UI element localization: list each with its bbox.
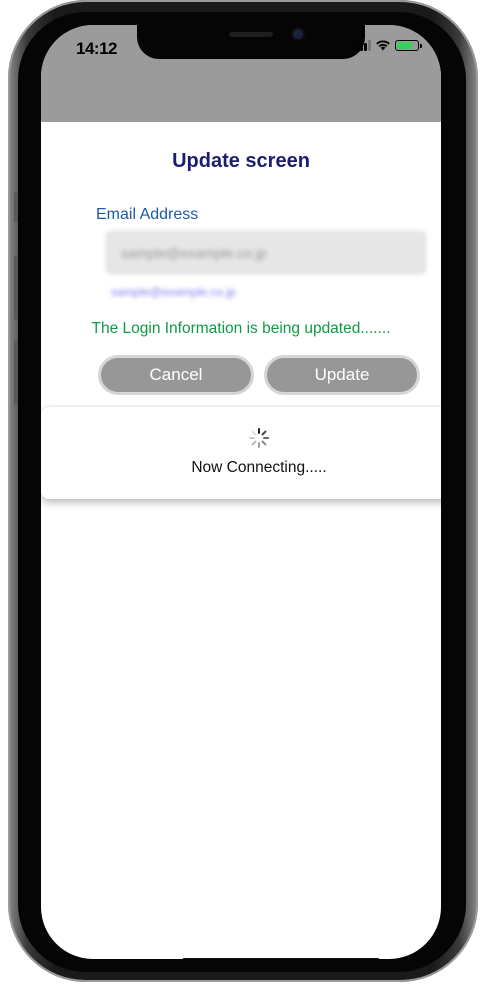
- phone-screen: 14:12 Update screen Email Address sample…: [41, 25, 441, 959]
- status-time: 14:12: [76, 39, 117, 58]
- battery-tip: [420, 43, 422, 48]
- status-message: The Login Information is being updated..…: [91, 320, 391, 337]
- email-label: Email Address: [96, 206, 199, 223]
- earpiece-speaker: [229, 32, 273, 37]
- loading-message: Now Connecting.....: [191, 459, 327, 476]
- battery-fill: [397, 41, 412, 49]
- home-indicator[interactable]: [182, 958, 380, 959]
- status-icons: [356, 39, 422, 51]
- front-camera: [293, 29, 303, 39]
- device-stage: 14:12 Update screen Email Address sample…: [0, 0, 483, 984]
- signal-icon: [356, 39, 371, 51]
- update-button[interactable]: Update: [264, 355, 420, 395]
- page-title: Update screen: [172, 150, 310, 172]
- battery-icon: [395, 39, 422, 51]
- notch: [137, 25, 365, 59]
- email-hint: sample@example.co.jp: [111, 285, 236, 299]
- email-field[interactable]: [106, 231, 426, 274]
- loading-dialog: Now Connecting.....: [41, 407, 441, 499]
- cancel-button[interactable]: Cancel: [98, 355, 254, 395]
- spinner-icon: [249, 428, 269, 448]
- wifi-icon: [376, 40, 390, 51]
